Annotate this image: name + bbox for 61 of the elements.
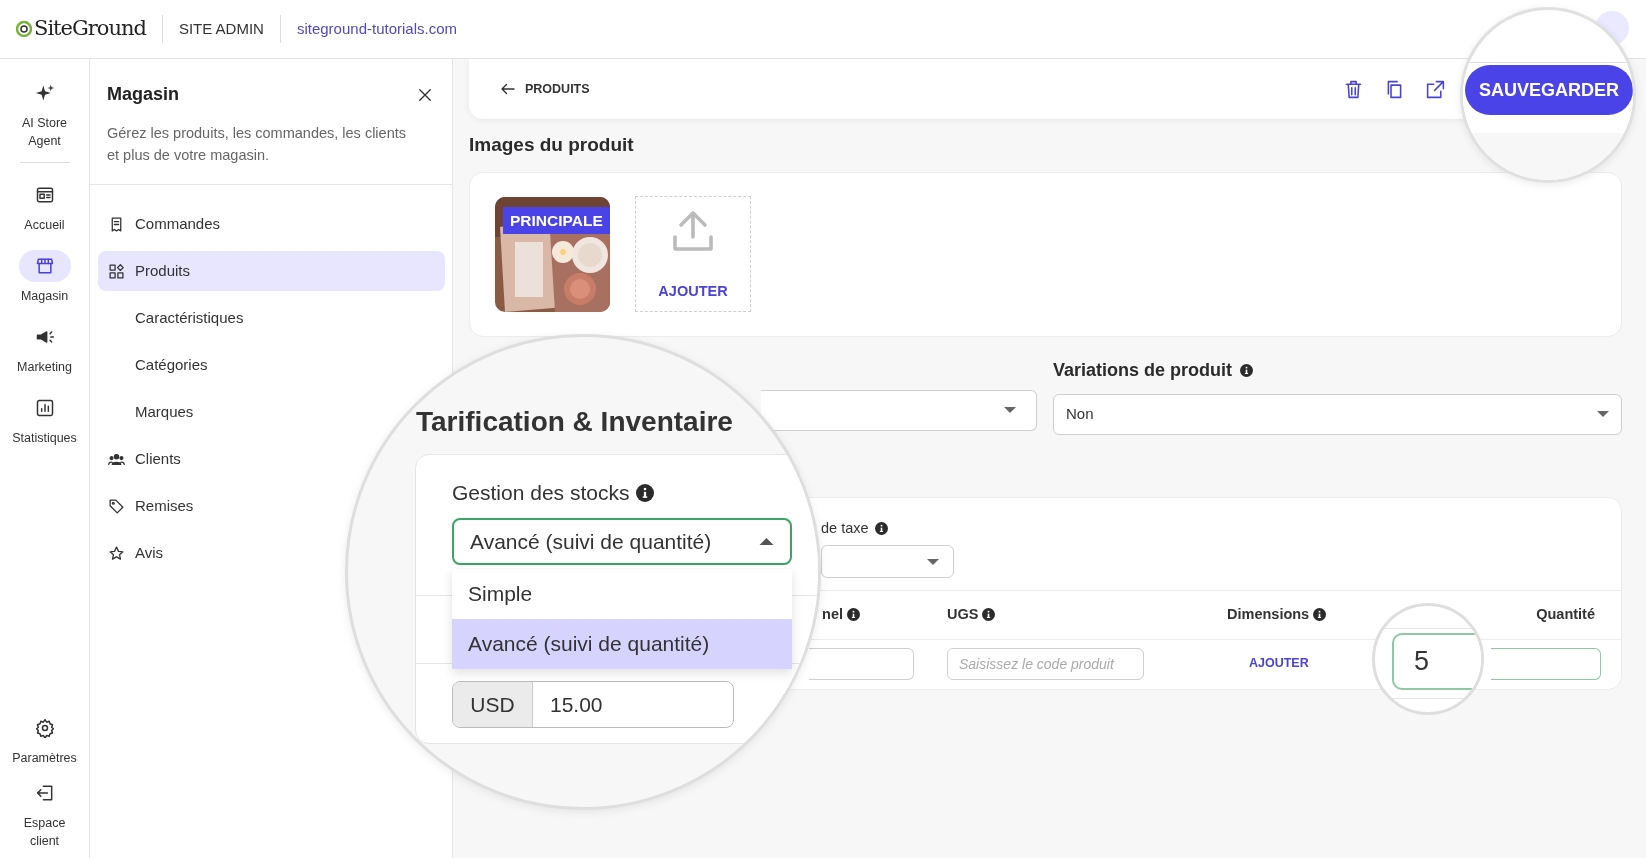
section-heading: Images du produit — [469, 133, 635, 157]
logo[interactable]: SiteGround — [16, 13, 146, 45]
select-field[interactable] — [761, 389, 1037, 431]
logo-swirl-icon — [16, 20, 32, 38]
external-link-icon — [1424, 78, 1446, 100]
rail-item[interactable]: Magasin — [2, 250, 87, 305]
dashboard-icon — [34, 185, 55, 205]
quantity-field[interactable]: 5 — [1392, 633, 1481, 690]
field-label: de taxe — [821, 518, 869, 538]
logout-icon — [34, 783, 55, 803]
star-icon — [108, 544, 125, 562]
field-label: Gestion des stocks — [452, 480, 630, 506]
grid-icon — [108, 262, 125, 280]
rail-item[interactable]: Espace client — [2, 777, 87, 850]
rail-item[interactable]: Statistiques — [2, 392, 87, 447]
product-image[interactable]: PRINCIPALE — [495, 196, 610, 312]
info-icon — [636, 483, 655, 502]
panel-title: Magasin — [107, 83, 180, 106]
rail-item[interactable]: Paramètres — [2, 712, 87, 767]
main-image-badge: PRINCIPALE — [503, 206, 610, 234]
variations-select[interactable]: Non — [1053, 393, 1622, 435]
tag-icon — [108, 497, 125, 515]
caret-icon — [1597, 411, 1609, 417]
store-icon — [34, 256, 55, 276]
chart-icon — [34, 398, 55, 418]
section-heading: Tarification & Inventaire — [416, 405, 733, 439]
save-button[interactable]: SAUVEGARDER — [1465, 65, 1633, 115]
back-link[interactable]: PRODUITS — [499, 79, 590, 99]
caret-icon — [1004, 407, 1016, 413]
caret-icon — [759, 537, 774, 546]
column-header: nel — [822, 604, 843, 624]
logo-text: SiteGround — [34, 15, 146, 43]
field-label: Variations de produit — [1053, 358, 1233, 382]
column-header: UGS — [947, 604, 979, 624]
price-value: 15.00 — [549, 691, 603, 718]
rail-item[interactable]: Marketing — [2, 321, 87, 376]
quantity-field[interactable] — [1490, 647, 1601, 680]
add-image-button[interactable]: AJOUTER — [635, 196, 751, 312]
menu-item[interactable]: Produits — [98, 251, 445, 291]
section-title: SITE ADMIN — [178, 18, 264, 39]
column-header: Quantité — [1536, 604, 1595, 624]
price-field[interactable]: USD 15.00 — [452, 681, 734, 728]
dropdown-option[interactable]: Simple — [452, 569, 792, 619]
dropdown-option[interactable]: Avancé (suivi de quantité) — [452, 619, 792, 669]
tax-select[interactable] — [821, 545, 954, 579]
settings-icon — [34, 718, 55, 738]
input-field[interactable] — [809, 647, 914, 680]
rail-item[interactable]: AI Store Agent — [2, 77, 87, 150]
add-dimensions-link[interactable]: AJOUTER — [1249, 654, 1309, 673]
rail-item[interactable]: Accueil — [2, 179, 87, 234]
quantity-value: 5 — [1414, 645, 1430, 679]
site-link[interactable]: siteground-tutorials.com — [296, 17, 457, 41]
currency-label: USD — [453, 682, 533, 727]
sku-field[interactable]: Saisissez le code produit — [947, 647, 1144, 680]
info-icon — [1240, 363, 1254, 377]
info-icon — [874, 521, 888, 535]
open-button[interactable] — [1424, 78, 1446, 100]
panel-description: Gérez les produits, les commandes, les clients et plus de votre magasin. — [106, 124, 407, 165]
caret-icon — [927, 558, 939, 565]
stock-select[interactable]: Avancé (suivi de quantité) — [452, 518, 792, 565]
column-header: Dimensions — [1227, 604, 1310, 624]
